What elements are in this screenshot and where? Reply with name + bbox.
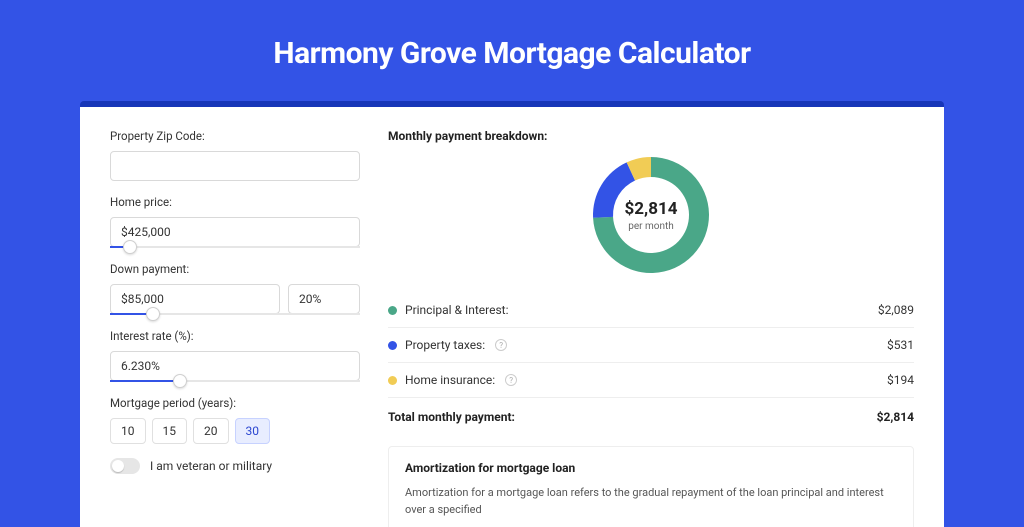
amortization-title: Amortization for mortgage loan	[405, 461, 897, 475]
down-payment-input[interactable]	[110, 284, 280, 314]
period-button-30[interactable]: 30	[235, 418, 271, 444]
zip-group: Property Zip Code:	[110, 129, 360, 181]
legend-dot	[388, 341, 397, 350]
home-price-group: Home price:	[110, 195, 360, 248]
breakdown-row: Property taxes:? $531	[388, 328, 914, 363]
breakdown-value: $2,089	[878, 303, 914, 317]
slider-thumb[interactable]	[173, 374, 187, 388]
donut-center: $2,814 per month	[615, 179, 687, 251]
breakdown-label: Property taxes:	[405, 338, 485, 352]
down-payment-slider[interactable]	[110, 313, 360, 315]
donut-amount: $2,814	[625, 199, 678, 219]
breakdown-label: Principal & Interest:	[405, 303, 509, 317]
breakdown-row: Principal & Interest: $2,089	[388, 293, 914, 328]
home-price-slider[interactable]	[110, 246, 360, 248]
total-row: Total monthly payment: $2,814	[388, 397, 914, 440]
amortization-box: Amortization for mortgage loan Amortizat…	[388, 446, 914, 527]
breakdown-value: $194	[887, 373, 914, 387]
breakdown-row: Home insurance:? $194	[388, 363, 914, 397]
period-button-15[interactable]: 15	[152, 418, 188, 444]
donut-chart: $2,814 per month	[591, 155, 711, 275]
period-button-20[interactable]: 20	[193, 418, 229, 444]
zip-input[interactable]	[110, 151, 360, 181]
interest-input[interactable]	[110, 351, 360, 381]
interest-group: Interest rate (%):	[110, 329, 360, 382]
period-button-10[interactable]: 10	[110, 418, 146, 444]
interest-label: Interest rate (%):	[110, 329, 360, 343]
page-title: Harmony Grove Mortgage Calculator	[0, 36, 1024, 71]
calculator-panel: Property Zip Code: Home price: Down paym…	[80, 107, 944, 527]
total-label: Total monthly payment:	[388, 410, 515, 424]
down-payment-label: Down payment:	[110, 262, 360, 276]
info-icon[interactable]: ?	[505, 374, 517, 386]
period-group: Mortgage period (years): 10152030	[110, 396, 360, 444]
legend-dot	[388, 376, 397, 385]
home-price-input[interactable]	[110, 217, 360, 247]
donut-chart-wrap: $2,814 per month	[388, 155, 914, 275]
breakdown-label: Home insurance:	[405, 373, 495, 387]
breakdown-rows: Principal & Interest: $2,089 Property taxe…	[388, 293, 914, 397]
slider-thumb[interactable]	[123, 240, 137, 254]
down-payment-pct-input[interactable]	[288, 284, 360, 314]
breakdown-title: Monthly payment breakdown:	[388, 129, 914, 143]
panel-shadow: Property Zip Code: Home price: Down paym…	[80, 101, 944, 527]
slider-thumb[interactable]	[146, 307, 160, 321]
legend-dot	[388, 306, 397, 315]
breakdown-value: $531	[887, 338, 914, 352]
period-buttons: 10152030	[110, 418, 360, 444]
info-icon[interactable]: ?	[495, 339, 507, 351]
home-price-label: Home price:	[110, 195, 360, 209]
zip-label: Property Zip Code:	[110, 129, 360, 143]
down-payment-group: Down payment:	[110, 262, 360, 315]
donut-sub: per month	[628, 221, 674, 232]
form-column: Property Zip Code: Home price: Down paym…	[110, 129, 360, 505]
veteran-toggle[interactable]	[110, 458, 140, 474]
period-label: Mortgage period (years):	[110, 396, 360, 410]
breakdown-column: Monthly payment breakdown: $2,814 per mo…	[388, 129, 914, 505]
amortization-text: Amortization for a mortgage loan refers …	[405, 485, 897, 518]
veteran-row: I am veteran or military	[110, 458, 360, 474]
interest-slider[interactable]	[110, 380, 360, 382]
total-value: $2,814	[877, 410, 914, 424]
veteran-label: I am veteran or military	[150, 459, 272, 473]
